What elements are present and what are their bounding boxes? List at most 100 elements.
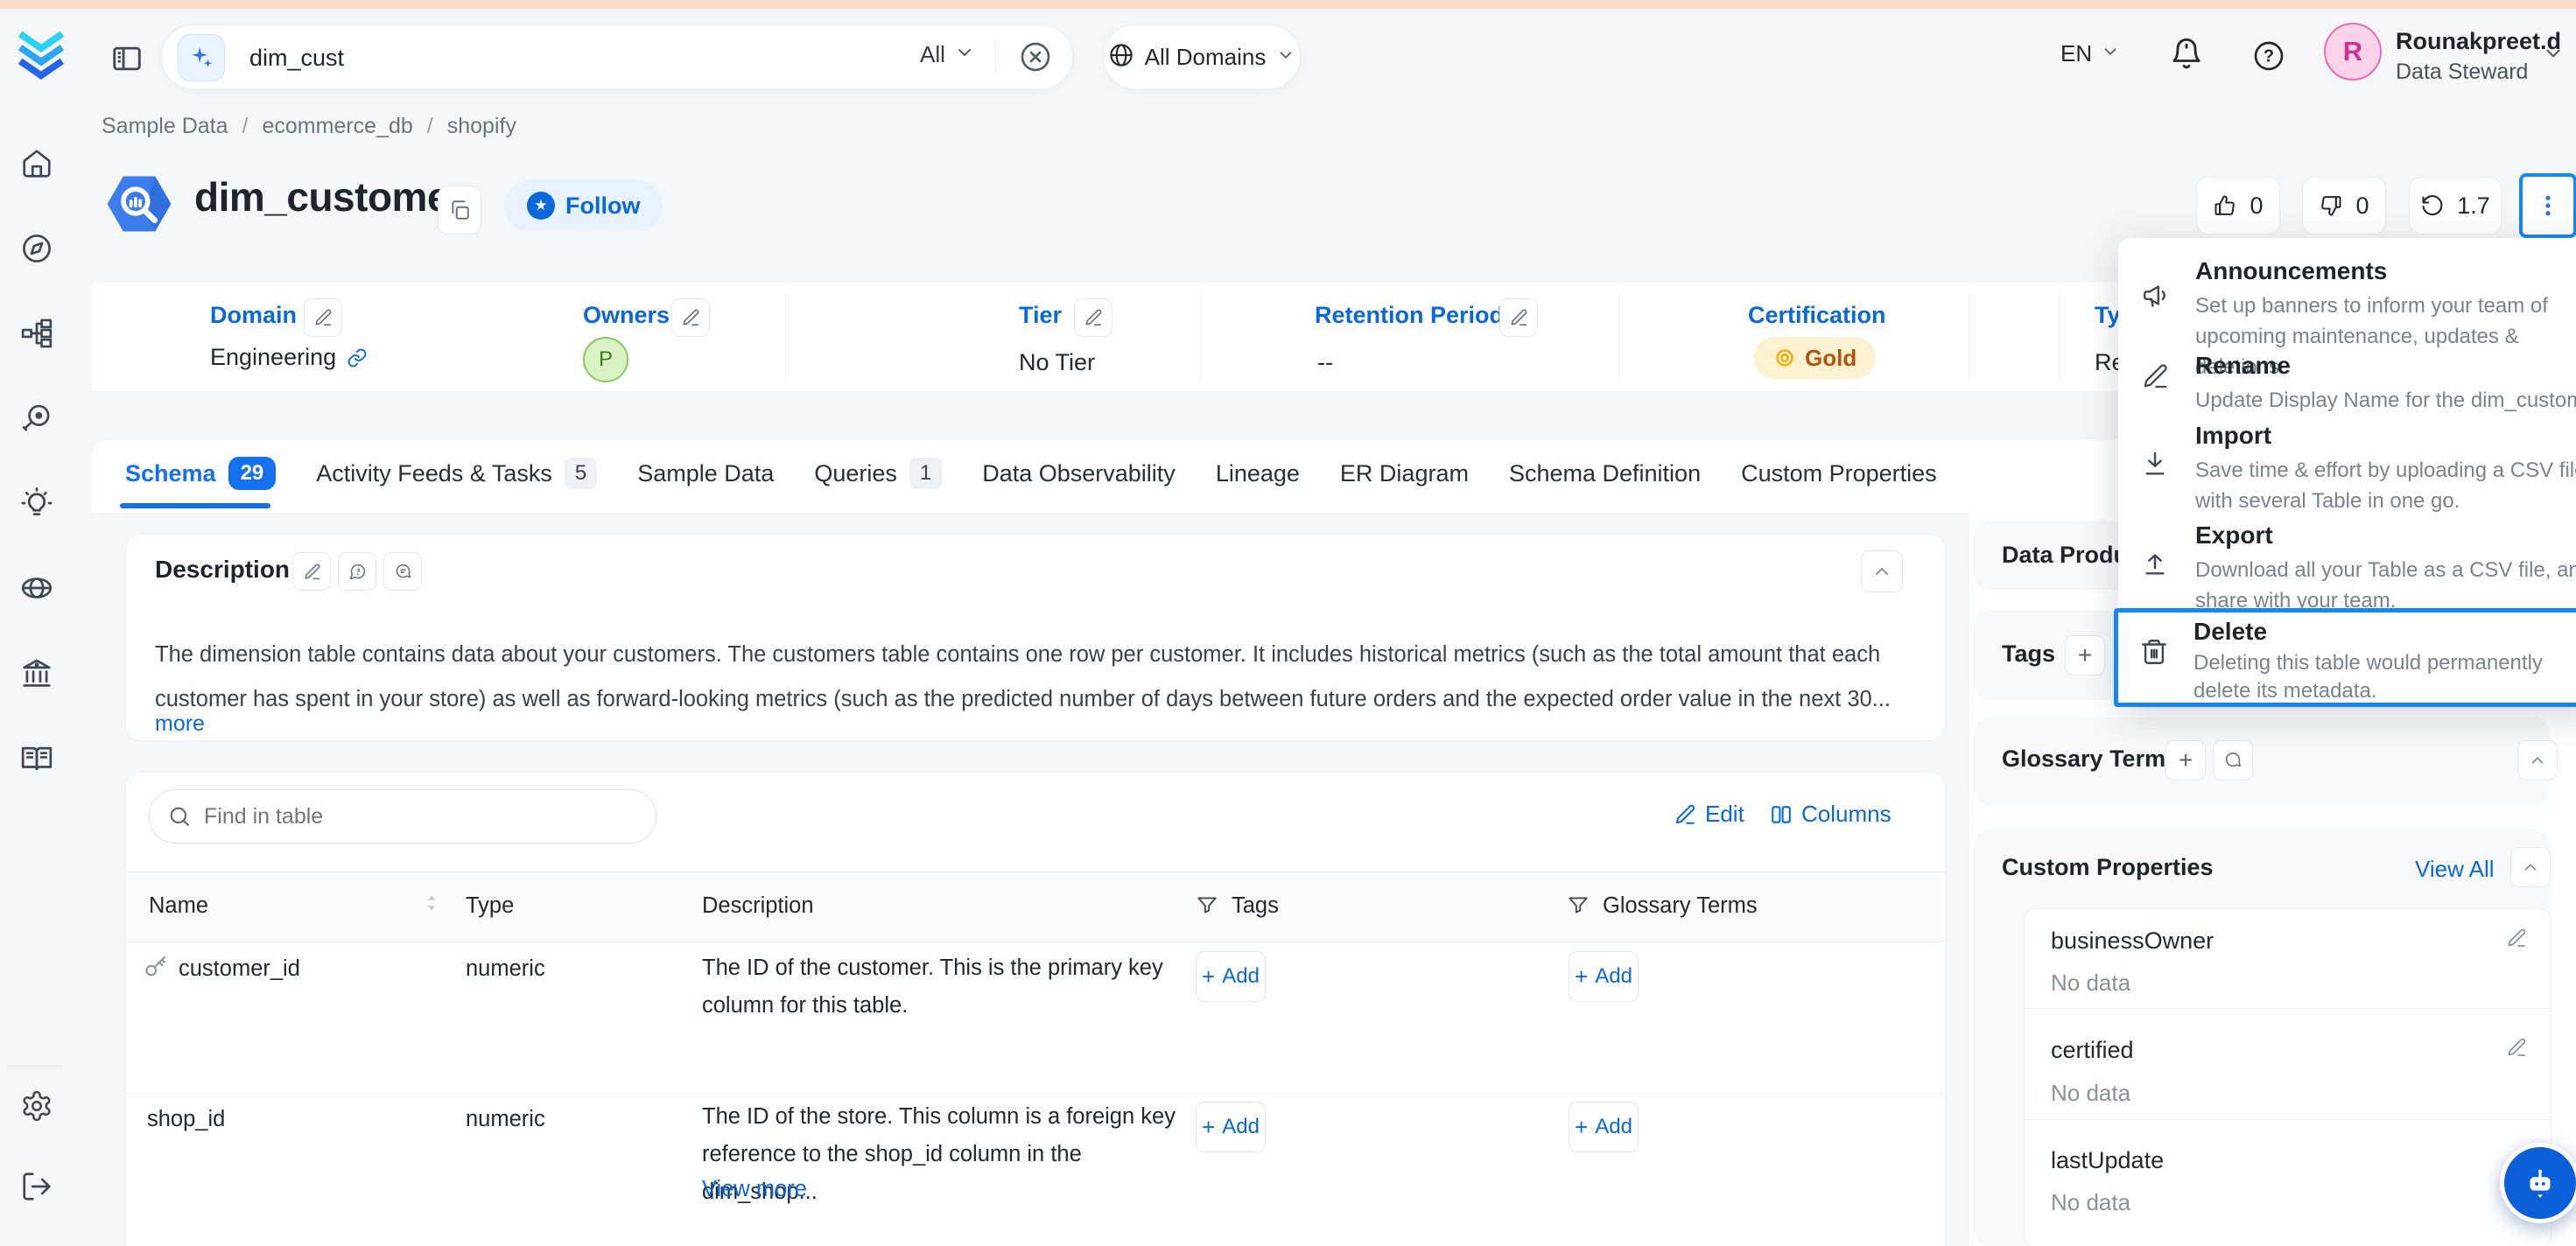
user-role: Data Steward: [2396, 60, 2528, 85]
meta-domain-value[interactable]: Engineering: [210, 344, 368, 371]
chat-assistant-button[interactable]: [2500, 1143, 2576, 1223]
nav-domains-icon[interactable]: [20, 571, 53, 609]
property-key: businessOwner: [2051, 928, 2214, 955]
app-logo[interactable]: [14, 26, 68, 88]
ai-sparkle-icon[interactable]: [178, 34, 225, 81]
glossary-request-icon[interactable]: [2213, 740, 2253, 780]
add-glossary-term-button[interactable]: + Add: [1569, 1102, 1639, 1152]
filter-funnel-icon[interactable]: [1567, 893, 1590, 920]
help-icon[interactable]: ?: [2251, 38, 2286, 78]
copy-name-button[interactable]: [438, 186, 481, 234]
settings-gear-icon[interactable]: [20, 1089, 53, 1127]
clear-search-icon[interactable]: [1018, 39, 1053, 79]
column-type: numeric: [466, 1107, 545, 1132]
tab-lineage[interactable]: Lineage: [1216, 460, 1300, 487]
logout-icon[interactable]: [20, 1170, 53, 1208]
menu-item-export[interactable]: Export Download all your Table as a CSV …: [2118, 516, 2576, 612]
global-search-bar[interactable]: All: [161, 24, 1073, 89]
edit-table-button[interactable]: Edit: [1674, 801, 1744, 828]
menu-item-delete[interactable]: Delete Deleting this table would permane…: [2114, 608, 2576, 707]
menu-item-title: Import: [2195, 422, 2271, 450]
table-row: customer_id numeric The ID of the custom…: [126, 941, 1945, 1094]
domains-filter-label: All Domains: [1145, 44, 1267, 71]
language-value: EN: [2060, 40, 2092, 67]
nav-explore-icon[interactable]: [20, 232, 53, 270]
column-name[interactable]: shop_id: [147, 1107, 225, 1132]
add-tags-button[interactable]: +: [2065, 635, 2105, 676]
thumbs-up-icon: [2213, 193, 2237, 218]
tab-schema-definition[interactable]: Schema Definition: [1509, 460, 1701, 487]
upvote-button[interactable]: 0: [2196, 177, 2280, 234]
find-in-table-input[interactable]: [202, 797, 626, 836]
menu-item-rename[interactable]: Rename Update Display Name for the dim_c…: [2118, 346, 2576, 416]
search-input[interactable]: [248, 38, 846, 78]
filter-funnel-icon[interactable]: [1196, 893, 1218, 920]
breadcrumb-item[interactable]: ecommerce_db: [262, 114, 412, 139]
user-menu-chevron-icon[interactable]: [2542, 42, 2565, 69]
tab-er-diagram[interactable]: ER Diagram: [1340, 460, 1469, 487]
column-header-name[interactable]: Name: [149, 893, 208, 919]
notifications-bell-icon[interactable]: [2169, 37, 2204, 76]
nav-lineage-icon[interactable]: [20, 317, 53, 354]
edit-description-button[interactable]: [292, 552, 331, 591]
view-all-link[interactable]: View All: [2415, 856, 2495, 883]
edit-tier-button[interactable]: [1074, 298, 1113, 337]
tab-queries[interactable]: Queries 1: [814, 458, 942, 489]
follow-button[interactable]: ★ Follow: [504, 180, 663, 231]
breadcrumb-item[interactable]: shopify: [447, 114, 516, 139]
tab-schema[interactable]: Schema 29: [125, 457, 276, 490]
meta-domain-label: Domain: [210, 302, 297, 329]
view-more-link[interactable]: View more: [702, 1177, 807, 1202]
nav-glossary-icon[interactable]: [20, 742, 53, 780]
sidebar-toggle-icon[interactable]: [110, 42, 144, 80]
description-more-link[interactable]: more: [155, 711, 205, 737]
breadcrumb-item[interactable]: Sample Data: [102, 114, 228, 139]
comment-description-button[interactable]: [338, 552, 376, 591]
tab-sample-data[interactable]: Sample Data: [637, 460, 774, 487]
tab-custom-properties[interactable]: Custom Properties: [1741, 460, 1937, 487]
custom-properties-list: businessOwner No data certified No data …: [2024, 908, 2551, 1246]
upvote-count: 0: [2250, 192, 2263, 220]
collapse-glossary-button[interactable]: [2517, 740, 2558, 780]
add-tag-button[interactable]: + Add: [1196, 1102, 1266, 1152]
menu-item-description: Update Display Name for the dim_customer…: [2195, 385, 2576, 416]
domains-filter-dropdown[interactable]: All Domains: [1103, 24, 1301, 89]
column-name[interactable]: customer_id: [179, 956, 300, 982]
language-dropdown[interactable]: EN: [2060, 40, 2120, 67]
follow-label: Follow: [565, 192, 640, 220]
edit-owners-button[interactable]: [671, 298, 710, 337]
plus-icon: +: [2078, 641, 2092, 669]
edit-property-button[interactable]: [2506, 928, 2527, 953]
nav-insights-icon[interactable]: [20, 486, 53, 524]
edit-retention-button[interactable]: [1499, 298, 1538, 337]
plus-icon: +: [2179, 746, 2193, 774]
gold-medal-icon: [1773, 346, 1796, 369]
chevron-up-icon: [1871, 561, 1892, 582]
version-value: 1.7: [2457, 192, 2490, 220]
ai-suggest-description-button[interactable]: [383, 552, 422, 591]
manage-entity-button[interactable]: [2519, 173, 2576, 238]
search-scope-dropdown[interactable]: All: [920, 41, 975, 68]
add-glossary-button[interactable]: +: [2165, 740, 2206, 780]
tab-activity-feeds[interactable]: Activity Feeds & Tasks 5: [316, 458, 597, 489]
collapse-custom-properties-button[interactable]: [2510, 847, 2551, 887]
avatar[interactable]: R: [2324, 23, 2382, 80]
version-button[interactable]: 1.7: [2409, 177, 2502, 234]
tab-data-observability[interactable]: Data Observability: [982, 460, 1176, 487]
collapse-description-button[interactable]: [1861, 550, 1903, 592]
nav-observability-icon[interactable]: [20, 402, 53, 439]
tab-activity-badge: 5: [565, 458, 597, 489]
edit-property-button[interactable]: [2506, 1037, 2527, 1062]
columns-config-button[interactable]: Columns: [1770, 801, 1892, 828]
edit-domain-button[interactable]: [304, 298, 342, 337]
menu-item-import[interactable]: Import Save time & effort by uploading a…: [2118, 416, 2576, 514]
sort-icon[interactable]: [420, 892, 443, 919]
menu-item-announcements[interactable]: Announcements Set up banners to inform y…: [2118, 250, 2576, 346]
downvote-button[interactable]: 0: [2302, 177, 2386, 234]
owner-avatar[interactable]: P: [583, 337, 628, 382]
certification-badge: Gold: [1754, 337, 1876, 379]
nav-govern-icon[interactable]: [20, 657, 53, 695]
add-glossary-term-button[interactable]: + Add: [1569, 951, 1639, 1002]
add-tag-button[interactable]: + Add: [1196, 951, 1266, 1002]
nav-home-icon[interactable]: [20, 147, 53, 185]
